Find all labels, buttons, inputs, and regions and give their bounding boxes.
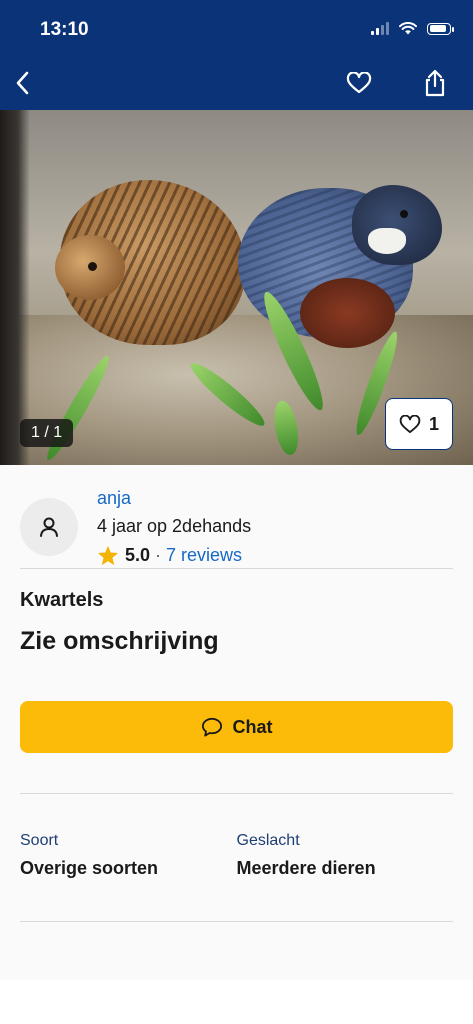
attribute-geslacht: Geslacht Meerdere dieren — [237, 832, 454, 921]
quail-blue-throat — [368, 228, 406, 254]
photo-shadow — [0, 110, 30, 465]
seller-rating: 5.0 · 7 reviews — [97, 545, 251, 566]
signal-icon — [371, 22, 389, 35]
quail-blue-eye — [400, 210, 408, 218]
avatar[interactable] — [20, 497, 78, 556]
attribute-soort: Soort Overige soorten — [20, 832, 237, 921]
star-icon — [97, 545, 119, 565]
listing-photo[interactable]: 1 / 1 1 — [0, 110, 473, 465]
attribute-value: Overige soorten — [20, 858, 159, 878]
back-icon — [16, 71, 29, 95]
rating-separator: · — [155, 544, 162, 565]
chat-button[interactable]: Chat — [20, 701, 453, 753]
reviews-link[interactable]: 7 reviews — [166, 545, 242, 566]
attributes: Soort Overige soorten Geslacht Meerdere … — [20, 794, 453, 922]
heart-icon — [399, 414, 421, 433]
wifi-icon — [399, 22, 417, 35]
status-bar: 13:10 — [0, 0, 473, 56]
seller-info: anja 4 jaar op 2dehands 5.0 · 7 reviews — [97, 488, 251, 566]
rating-value: 5.0 — [125, 544, 151, 565]
nav-bar — [0, 56, 473, 110]
seller-card[interactable]: anja 4 jaar op 2dehands 5.0 · 7 reviews — [20, 465, 453, 569]
favorite-button[interactable] — [337, 56, 381, 110]
status-icons — [371, 22, 454, 35]
attribute-value: Meerdere dieren — [236, 858, 376, 878]
photo-counter: 1 / 1 — [20, 419, 74, 447]
share-button[interactable] — [413, 56, 457, 110]
quail-blue-head — [352, 185, 442, 265]
user-icon — [40, 517, 58, 537]
back-button[interactable] — [0, 56, 44, 110]
favorite-count: 1 — [428, 413, 439, 434]
favorite-count-button[interactable]: 1 — [385, 398, 453, 450]
quail-blue-belly — [300, 278, 395, 348]
listing-headline: Zie omschrijving — [20, 627, 219, 655]
status-time: 13:10 — [40, 19, 89, 40]
battery-icon — [427, 22, 454, 35]
listing-content: anja 4 jaar op 2dehands 5.0 · 7 reviews … — [0, 465, 473, 980]
title-block: Kwartels Zie omschrijving Chat — [20, 569, 453, 794]
heart-icon — [346, 72, 372, 94]
quail-brown-eye — [88, 262, 97, 271]
chat-bubble-icon — [201, 717, 222, 737]
attribute-label: Soort — [20, 832, 59, 849]
attribute-label: Geslacht — [236, 832, 300, 849]
chat-button-label: Chat — [232, 716, 273, 737]
share-icon — [425, 69, 445, 97]
seller-member-since: 4 jaar op 2dehands — [97, 515, 252, 536]
seller-name[interactable]: anja — [97, 488, 251, 509]
listing-category: Kwartels — [20, 589, 104, 611]
